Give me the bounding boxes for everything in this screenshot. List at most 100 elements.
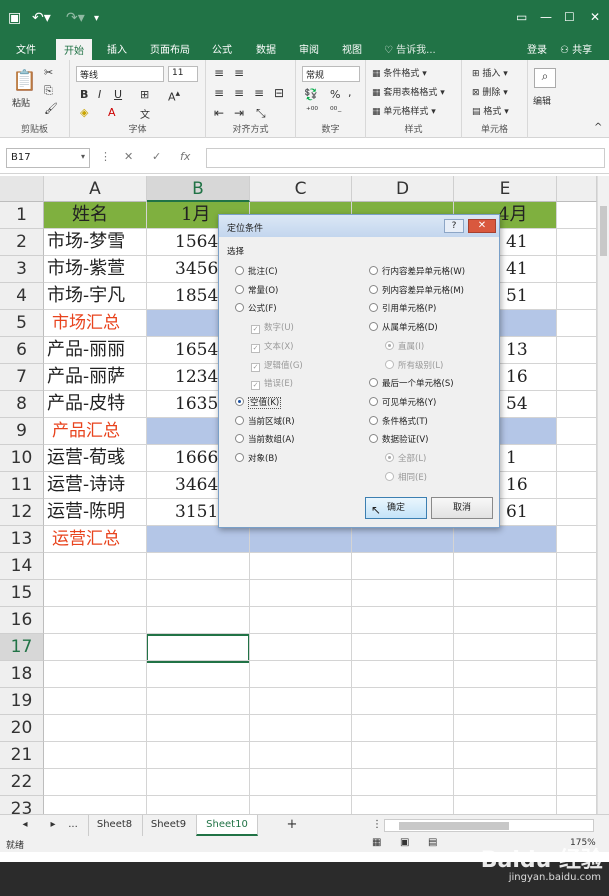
align-left-icon[interactable]: ≡ [214, 86, 224, 100]
cell-style-button[interactable]: ▦ 单元格样式 ▾ [372, 104, 436, 117]
tab-page-layout[interactable]: 页面布局 [150, 41, 190, 56]
select-all-corner[interactable] [0, 176, 44, 202]
comma-button[interactable]: , [348, 86, 352, 99]
cell-e20[interactable] [454, 715, 557, 742]
cell-f4[interactable] [557, 283, 597, 310]
radio-icon[interactable] [369, 415, 378, 425]
cell-c16[interactable] [250, 607, 352, 634]
share-button[interactable]: ⚇ 共享 [560, 41, 592, 56]
cell-e16[interactable] [454, 607, 557, 634]
cell-a16[interactable] [44, 607, 147, 634]
cell-f7[interactable] [557, 364, 597, 391]
tab-file[interactable]: 文件 [16, 41, 36, 56]
cell-d21[interactable] [352, 742, 454, 769]
row-header-11[interactable]: 11 [0, 472, 44, 499]
paste-label[interactable]: 粘贴 [12, 96, 30, 109]
cell-a15[interactable] [44, 580, 147, 607]
cell-c22[interactable] [250, 769, 352, 796]
close-icon[interactable]: ✕ [590, 10, 600, 24]
outdent-icon[interactable]: ⇥ [234, 106, 244, 120]
login-link[interactable]: 登录 [527, 41, 547, 56]
tab-review[interactable]: 审阅 [299, 41, 319, 56]
format-button[interactable]: ▤ 格式 ▾ [472, 104, 509, 117]
row-header-14[interactable]: 14 [0, 553, 44, 580]
cell-d18[interactable] [352, 661, 454, 688]
align-center-icon[interactable]: ≡ [234, 86, 244, 100]
cell-b19[interactable] [147, 688, 250, 715]
cell-c15[interactable] [250, 580, 352, 607]
radio-icon[interactable] [369, 396, 378, 406]
dialog-help-button[interactable]: ? [444, 219, 464, 233]
cell-f21[interactable] [557, 742, 597, 769]
cell-f3[interactable] [557, 256, 597, 283]
cell-c19[interactable] [250, 688, 352, 715]
cell-e23[interactable] [454, 796, 557, 814]
option-left-2[interactable]: 公式(F) [235, 302, 277, 314]
cell-b14[interactable] [147, 553, 250, 580]
column-header-f[interactable] [557, 176, 597, 202]
option-left-9[interactable]: 当前数组(A) [235, 433, 294, 445]
cell-c17[interactable] [250, 634, 352, 661]
border-icon[interactable]: ⊞ [140, 88, 149, 101]
row-header-18[interactable]: 18 [0, 661, 44, 688]
cell-e21[interactable] [454, 742, 557, 769]
cell-a6[interactable]: 产品-丽丽 [44, 337, 147, 364]
cell-a21[interactable] [44, 742, 147, 769]
tab-data[interactable]: 数据 [256, 41, 276, 56]
column-header-b[interactable]: B [147, 176, 250, 202]
cut-icon[interactable]: ✂ [44, 66, 53, 79]
undo-icon[interactable]: ↶▾ [32, 10, 51, 26]
paste-icon[interactable]: 📋 [12, 68, 37, 92]
cell-f10[interactable] [557, 445, 597, 472]
cell-c13[interactable] [250, 526, 352, 553]
delete-button[interactable]: ⊠ 删除 ▾ [472, 85, 508, 98]
cell-e14[interactable] [454, 553, 557, 580]
cell-a9[interactable]: 产品汇总 [44, 418, 147, 445]
cell-f9[interactable] [557, 418, 597, 445]
row-header-10[interactable]: 10 [0, 445, 44, 472]
cell-a19[interactable] [44, 688, 147, 715]
cell-d20[interactable] [352, 715, 454, 742]
number-format-combo[interactable]: 常规 [302, 66, 360, 82]
option-right-0[interactable]: 行内容差异单元格(W) [369, 265, 465, 277]
cell-b21[interactable] [147, 742, 250, 769]
cell-a5[interactable]: 市场汇总 [44, 310, 147, 337]
italic-button[interactable]: I [98, 88, 101, 101]
font-color-icon[interactable]: A [108, 106, 116, 119]
row-header-19[interactable]: 19 [0, 688, 44, 715]
cell-a3[interactable]: 市场-紫萱 [44, 256, 147, 283]
column-header-d[interactable]: D [352, 176, 454, 202]
cell-f13[interactable] [557, 526, 597, 553]
cell-b18[interactable] [147, 661, 250, 688]
format-painter-icon[interactable]: 🖌 [44, 102, 58, 115]
cell-b13[interactable] [147, 526, 250, 553]
cell-f17[interactable] [557, 634, 597, 661]
insert-button[interactable]: ⊞ 插入 ▾ [472, 66, 508, 79]
redo-icon[interactable]: ↷▾ [66, 10, 85, 26]
cell-a8[interactable]: 产品-皮特 [44, 391, 147, 418]
conditional-format-button[interactable]: ▦ 条件格式 ▾ [372, 66, 427, 79]
cell-f20[interactable] [557, 715, 597, 742]
horizontal-scroll-thumb[interactable] [399, 822, 509, 830]
cell-c18[interactable] [250, 661, 352, 688]
cell-e22[interactable] [454, 769, 557, 796]
collapse-ribbon-icon[interactable]: ^ [594, 122, 602, 133]
cell-d14[interactable] [352, 553, 454, 580]
cell-c23[interactable] [250, 796, 352, 814]
dialog-close-button[interactable]: ✕ [468, 219, 496, 233]
cancel-icon[interactable]: ✕ [124, 150, 133, 163]
radio-icon[interactable] [369, 284, 378, 294]
editing-label[interactable]: 编辑 [533, 94, 551, 107]
cell-b22[interactable] [147, 769, 250, 796]
cell-f22[interactable] [557, 769, 597, 796]
cell-a1[interactable]: 姓名 [44, 202, 147, 229]
cell-a18[interactable] [44, 661, 147, 688]
phonetic-icon[interactable]: 文 [140, 106, 150, 121]
save-icon[interactable]: ▣ [8, 10, 21, 26]
cell-b17[interactable] [147, 634, 250, 661]
increase-decimal-icon[interactable]: ⁺⁰⁰ [306, 106, 318, 116]
row-header-6[interactable]: 6 [0, 337, 44, 364]
row-header-4[interactable]: 4 [0, 283, 44, 310]
row-header-23[interactable]: 23 [0, 796, 44, 814]
percent-button[interactable]: % [330, 88, 340, 101]
